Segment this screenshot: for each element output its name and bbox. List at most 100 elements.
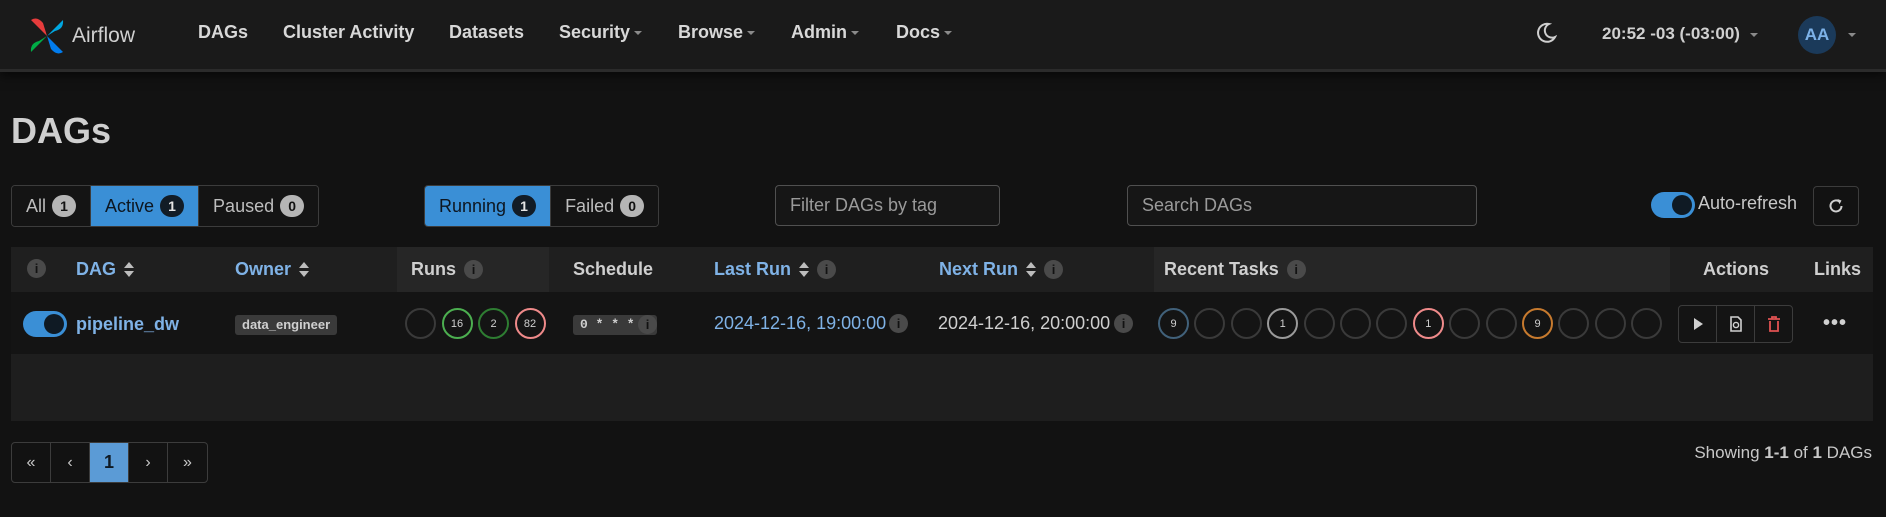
info-icon[interactable]: i [1286, 260, 1306, 279]
refresh-icon [1829, 199, 1843, 213]
run-state-circle-0[interactable] [405, 308, 436, 339]
showing-middle: of [1788, 443, 1813, 462]
column-last-run[interactable]: Last Run i [714, 259, 837, 280]
auto-refresh-label: Auto-refresh [1698, 193, 1798, 213]
column-owner-label: Owner [235, 259, 292, 279]
nav-docs-label: Docs [896, 22, 941, 42]
dag-pause-toggle[interactable] [23, 311, 67, 337]
showing-total: 1 [1812, 443, 1822, 462]
column-runs-label: Runs [411, 259, 456, 279]
run-state-filter-group: Running 1 Failed 0 [424, 185, 660, 227]
brand-name: Airflow [72, 24, 136, 47]
delete-dag-button[interactable] [1755, 306, 1792, 342]
task-state-circle-9[interactable] [1485, 308, 1517, 339]
first-page-button[interactable]: « [12, 443, 51, 482]
column-dag[interactable]: DAG [76, 259, 134, 280]
last-page-button[interactable]: » [168, 443, 207, 482]
showing-prefix: Showing [1694, 443, 1765, 462]
info-icon[interactable]: i [638, 315, 657, 334]
info-icon[interactable]: i [27, 259, 46, 278]
column-actions: Actions [1703, 259, 1770, 279]
task-state-circle-4[interactable] [1303, 308, 1335, 339]
chevron-down-icon [634, 31, 643, 36]
filter-paused-label: Paused [213, 195, 275, 216]
airflow-brand[interactable]: Airflow [28, 8, 135, 64]
avatar[interactable]: AA [1798, 16, 1836, 54]
airflow-logo-icon [30, 18, 64, 54]
column-recent-tasks-label: Recent Tasks [1164, 259, 1279, 279]
column-last-run-label: Last Run [714, 259, 792, 279]
column-runs: Runs i [411, 259, 483, 280]
count-badge: 0 [280, 195, 305, 217]
filter-failed-button[interactable]: Failed 0 [551, 186, 659, 226]
nav-browse-label: Browse [678, 22, 744, 42]
column-links: Links [1814, 259, 1862, 279]
nav-datasets[interactable]: Datasets [449, 22, 524, 43]
nav-security-label: Security [559, 22, 631, 42]
prev-page-button[interactable]: ‹ [51, 443, 90, 482]
filter-all-button[interactable]: All 1 [12, 186, 92, 226]
search-input[interactable]: Search DAGs [1127, 185, 1477, 226]
last-run-link[interactable]: 2024-12-16, 19:00:00 [714, 313, 886, 334]
trash-icon [1767, 316, 1780, 332]
run-state-circle-1[interactable]: 16 [441, 308, 473, 339]
sort-icon [299, 262, 310, 277]
info-icon[interactable]: i [1044, 260, 1064, 279]
toggle-knob [44, 314, 64, 334]
next-run-value: 2024-12-16, 20:00:00 [938, 313, 1111, 333]
nav-dags[interactable]: DAGs [198, 22, 248, 43]
chevron-down-icon[interactable] [1848, 33, 1856, 37]
nav-browse[interactable]: Browse [678, 22, 756, 43]
info-icon[interactable]: i [464, 260, 483, 279]
more-links-icon[interactable]: ••• [1823, 312, 1847, 335]
task-state-circle-2[interactable] [1230, 308, 1262, 339]
run-state-circle-3[interactable]: 82 [514, 308, 546, 339]
nav-cluster-activity[interactable]: Cluster Activity [283, 22, 414, 43]
nav-security[interactable]: Security [559, 22, 643, 43]
nav-admin[interactable]: Admin [791, 22, 859, 43]
filter-running-button[interactable]: Running 1 [425, 186, 552, 226]
task-state-circle-8[interactable] [1449, 308, 1481, 339]
reparse-dag-button[interactable] [1717, 306, 1755, 342]
refresh-button[interactable] [1813, 186, 1859, 226]
count-badge: 0 [620, 195, 645, 217]
top-navbar: Airflow DAGs Cluster Activity Datasets S… [0, 0, 1886, 72]
trigger-dag-button[interactable] [1679, 306, 1717, 342]
task-state-circle-12[interactable] [1594, 308, 1626, 339]
task-state-circle-3[interactable]: 1 [1267, 308, 1299, 339]
info-icon[interactable]: i [817, 260, 837, 279]
timezone-clock[interactable]: 20:52 -03 (-03:00) [1602, 24, 1758, 44]
dag-id-link[interactable]: pipeline_dw [76, 314, 179, 335]
next-page-button[interactable]: › [129, 443, 168, 482]
filter-all-label: All [26, 195, 47, 216]
count-badge: 1 [52, 195, 77, 217]
owner-badge[interactable]: data_engineer [235, 315, 338, 335]
task-state-circle-10[interactable]: 9 [1522, 308, 1553, 339]
sort-icon [124, 262, 134, 277]
task-state-circle-7[interactable]: 1 [1412, 308, 1444, 339]
showing-suffix: DAGs [1821, 443, 1872, 462]
column-recent-tasks: Recent Tasks i [1164, 259, 1306, 280]
column-next-run[interactable]: Next Run i [939, 259, 1064, 280]
clock-label: 20:52 -03 (-03:00) [1602, 24, 1740, 43]
run-state-circle-2[interactable]: 2 [478, 308, 509, 339]
chevron-down-icon [944, 31, 953, 36]
filter-paused-button[interactable]: Paused 0 [199, 186, 319, 226]
chevron-down-icon [1749, 32, 1758, 37]
moon-icon[interactable] [1535, 22, 1557, 44]
filter-active-button[interactable]: Active 1 [91, 186, 200, 226]
nav-docs[interactable]: Docs [896, 22, 953, 43]
toggle-column-info: i [27, 259, 46, 278]
tag-filter-input[interactable]: Filter DAGs by tag [775, 185, 1000, 226]
column-owner[interactable]: Owner [235, 259, 310, 280]
table-empty-area [11, 354, 1873, 421]
task-state-circle-5[interactable] [1340, 308, 1371, 339]
current-page-button[interactable]: 1 [90, 443, 129, 482]
info-icon[interactable]: i [889, 314, 908, 333]
task-state-circle-13[interactable] [1631, 308, 1663, 339]
auto-refresh-toggle[interactable] [1651, 192, 1695, 218]
column-next-run-label: Next Run [939, 259, 1019, 279]
info-icon[interactable]: i [1114, 314, 1133, 333]
count-badge: 1 [160, 195, 185, 217]
task-state-circle-0[interactable]: 9 [1158, 308, 1189, 339]
